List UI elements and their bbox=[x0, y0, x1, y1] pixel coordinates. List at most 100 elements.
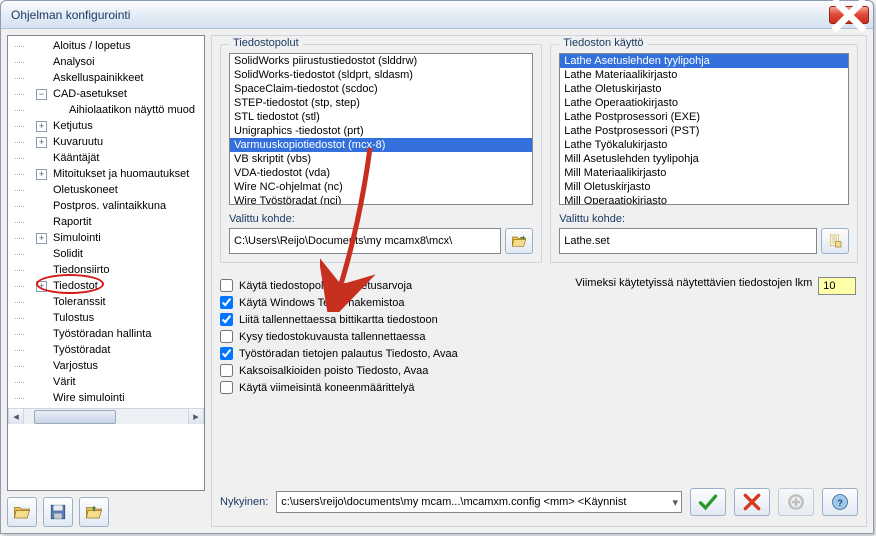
list-item[interactable]: Lathe Asetuslehden tyylipohja bbox=[560, 54, 848, 68]
recent-files-label: Viimeksi käytetyissä näytettävien tiedos… bbox=[575, 277, 812, 289]
option-checkbox[interactable] bbox=[220, 279, 233, 292]
list-item[interactable]: VB skriptit (vbs) bbox=[230, 152, 532, 166]
filepaths-browse-button[interactable] bbox=[505, 228, 533, 254]
tree-item[interactable]: ·····Varjostus bbox=[8, 358, 204, 374]
tree-item-label: Wire simulointi bbox=[51, 392, 127, 404]
list-item[interactable]: Mill Asetuslehden tyylipohja bbox=[560, 152, 848, 166]
tree-item[interactable]: ·····Tiedonsiirto bbox=[8, 262, 204, 278]
list-item[interactable]: SolidWorks-tiedostot (sldprt, sldasm) bbox=[230, 68, 532, 82]
list-item[interactable]: Varmuuskopiotiedostot (mcx-8) bbox=[230, 138, 532, 152]
save-button[interactable] bbox=[43, 497, 73, 527]
merge-button[interactable] bbox=[79, 497, 109, 527]
tree-item[interactable]: ·····+Kuvaruutu bbox=[8, 134, 204, 150]
list-item[interactable]: Lathe Operaatiokirjasto bbox=[560, 96, 848, 110]
tree-item-label: Postpros. valintaikkuna bbox=[51, 200, 168, 212]
list-item[interactable]: Wire Työstöradat (nci) bbox=[230, 194, 532, 205]
cancel-button[interactable] bbox=[734, 488, 770, 516]
option-checkbox[interactable] bbox=[220, 330, 233, 343]
tree-spacer bbox=[36, 377, 47, 388]
tree-item-label: Aloitus / lopetus bbox=[51, 40, 133, 52]
collapse-icon[interactable]: − bbox=[36, 89, 47, 100]
tree-item[interactable]: ·····+Mitoitukset ja huomautukset bbox=[8, 166, 204, 182]
tree-item[interactable]: ·····Toleranssit bbox=[8, 294, 204, 310]
list-item[interactable]: Mill Oletuskirjasto bbox=[560, 180, 848, 194]
fileusage-path-input[interactable]: Lathe.set bbox=[559, 228, 817, 254]
tree-item[interactable]: ·····Kääntäjät bbox=[8, 150, 204, 166]
close-button[interactable] bbox=[829, 6, 869, 24]
tree-item[interactable]: ·····Askelluspainikkeet bbox=[8, 70, 204, 86]
tree-item-label: Tiedostot bbox=[51, 280, 100, 292]
list-item[interactable]: STL tiedostot (stl) bbox=[230, 110, 532, 124]
tree-item[interactable]: ·····Raportit bbox=[8, 214, 204, 230]
open-button[interactable] bbox=[7, 497, 37, 527]
tree-spacer bbox=[36, 297, 47, 308]
filepaths-list[interactable]: SolidWorks piirustustiedostot (slddrw)So… bbox=[229, 53, 533, 205]
list-item[interactable]: VDA-tiedostot (vda) bbox=[230, 166, 532, 180]
tree-spacer bbox=[36, 345, 47, 356]
tree-item[interactable]: ·····−CAD-asetukset bbox=[8, 86, 204, 102]
list-item[interactable]: Lathe Postprosessori (EXE) bbox=[560, 110, 848, 124]
current-config-combo[interactable]: c:\users\reijo\documents\my mcam...\mcam… bbox=[276, 491, 682, 513]
apply-button[interactable] bbox=[778, 488, 814, 516]
tree-item[interactable]: ·····+Simulointi bbox=[8, 230, 204, 246]
list-item[interactable]: SpaceClaim-tiedostot (scdoc) bbox=[230, 82, 532, 96]
tree-spacer bbox=[52, 105, 63, 116]
tree-item[interactable]: ·····Aihiolaatikon näyttö muod bbox=[8, 102, 204, 118]
category-tree[interactable]: ·····Aloitus / lopetus·····Analysoi·····… bbox=[7, 35, 205, 491]
ok-button[interactable] bbox=[690, 488, 726, 516]
expand-icon[interactable]: + bbox=[36, 281, 47, 292]
tree-item-label: CAD-asetukset bbox=[51, 88, 129, 100]
tree-item[interactable]: ·····Värit bbox=[8, 374, 204, 390]
tree-item[interactable]: ·····Työstöradan hallinta bbox=[8, 326, 204, 342]
tree-item[interactable]: ·····Wire simulointi bbox=[8, 390, 204, 406]
expand-icon[interactable]: + bbox=[36, 121, 47, 132]
tree-item-label: Oletuskoneet bbox=[51, 184, 120, 196]
list-item[interactable]: SolidWorks piirustustiedostot (slddrw) bbox=[230, 54, 532, 68]
list-item[interactable]: Unigraphics -tiedostot (prt) bbox=[230, 124, 532, 138]
tree-hscrollbar[interactable]: ◂ ▸ bbox=[8, 408, 204, 424]
option-label: Käytä tiedostopolkujen oletusarvoja bbox=[239, 280, 412, 292]
tree-item[interactable]: ·····Postpros. valintaikkuna bbox=[8, 198, 204, 214]
option-label: Kysy tiedostokuvausta tallennettaessa bbox=[239, 331, 426, 343]
tree-spacer bbox=[36, 393, 47, 404]
tree-item-label: Solidit bbox=[51, 248, 85, 260]
tree-spacer bbox=[36, 329, 47, 340]
tree-spacer bbox=[36, 73, 47, 84]
option-checkbox[interactable] bbox=[220, 296, 233, 309]
tree-spacer bbox=[36, 217, 47, 228]
list-item[interactable]: Mill Materiaalikirjasto bbox=[560, 166, 848, 180]
tree-item[interactable]: ·····Solidit bbox=[8, 246, 204, 262]
list-item[interactable]: Lathe Oletuskirjasto bbox=[560, 82, 848, 96]
titlebar: Ohjelman konfigurointi bbox=[1, 1, 873, 29]
tree-item[interactable]: ·····Tulostus bbox=[8, 310, 204, 326]
option-label: Kaksoisalkioiden poisto Tiedosto, Avaa bbox=[239, 365, 428, 377]
tree-item[interactable]: ·····Aloitus / lopetus bbox=[8, 38, 204, 54]
option-checkbox[interactable] bbox=[220, 381, 233, 394]
list-item[interactable]: Lathe Postprosessori (PST) bbox=[560, 124, 848, 138]
tree-item[interactable]: ·····Analysoi bbox=[8, 54, 204, 70]
window-title: Ohjelman konfigurointi bbox=[11, 8, 829, 22]
list-item[interactable]: Mill Operaatiokirjasto bbox=[560, 194, 848, 205]
option-checkbox[interactable] bbox=[220, 347, 233, 360]
tree-item-label: Aihiolaatikon näyttö muod bbox=[67, 104, 197, 116]
list-item[interactable]: Wire NC-ohjelmat (nc) bbox=[230, 180, 532, 194]
list-item[interactable]: Lathe Työkalukirjasto bbox=[560, 138, 848, 152]
expand-icon[interactable]: + bbox=[36, 233, 47, 244]
tree-item[interactable]: ·····Työstöradat bbox=[8, 342, 204, 358]
recent-files-input[interactable] bbox=[818, 277, 856, 295]
filepaths-path-input[interactable]: C:\Users\Reijo\Documents\my mcamx8\mcx\ bbox=[229, 228, 501, 254]
tree-item-label: Simulointi bbox=[51, 232, 103, 244]
option-checkbox[interactable] bbox=[220, 364, 233, 377]
help-button[interactable]: ? bbox=[822, 488, 858, 516]
fileusage-browse-button[interactable] bbox=[821, 228, 849, 254]
list-item[interactable]: STEP-tiedostot (stp, step) bbox=[230, 96, 532, 110]
fileusage-list[interactable]: Lathe Asetuslehden tyylipohjaLathe Mater… bbox=[559, 53, 849, 205]
tree-item-label: Toleranssit bbox=[51, 296, 108, 308]
option-checkbox[interactable] bbox=[220, 313, 233, 326]
tree-item[interactable]: ·····+Tiedostot bbox=[8, 278, 204, 294]
expand-icon[interactable]: + bbox=[36, 137, 47, 148]
expand-icon[interactable]: + bbox=[36, 169, 47, 180]
tree-item[interactable]: ·····Oletuskoneet bbox=[8, 182, 204, 198]
list-item[interactable]: Lathe Materiaalikirjasto bbox=[560, 68, 848, 82]
tree-item[interactable]: ·····+Ketjutus bbox=[8, 118, 204, 134]
